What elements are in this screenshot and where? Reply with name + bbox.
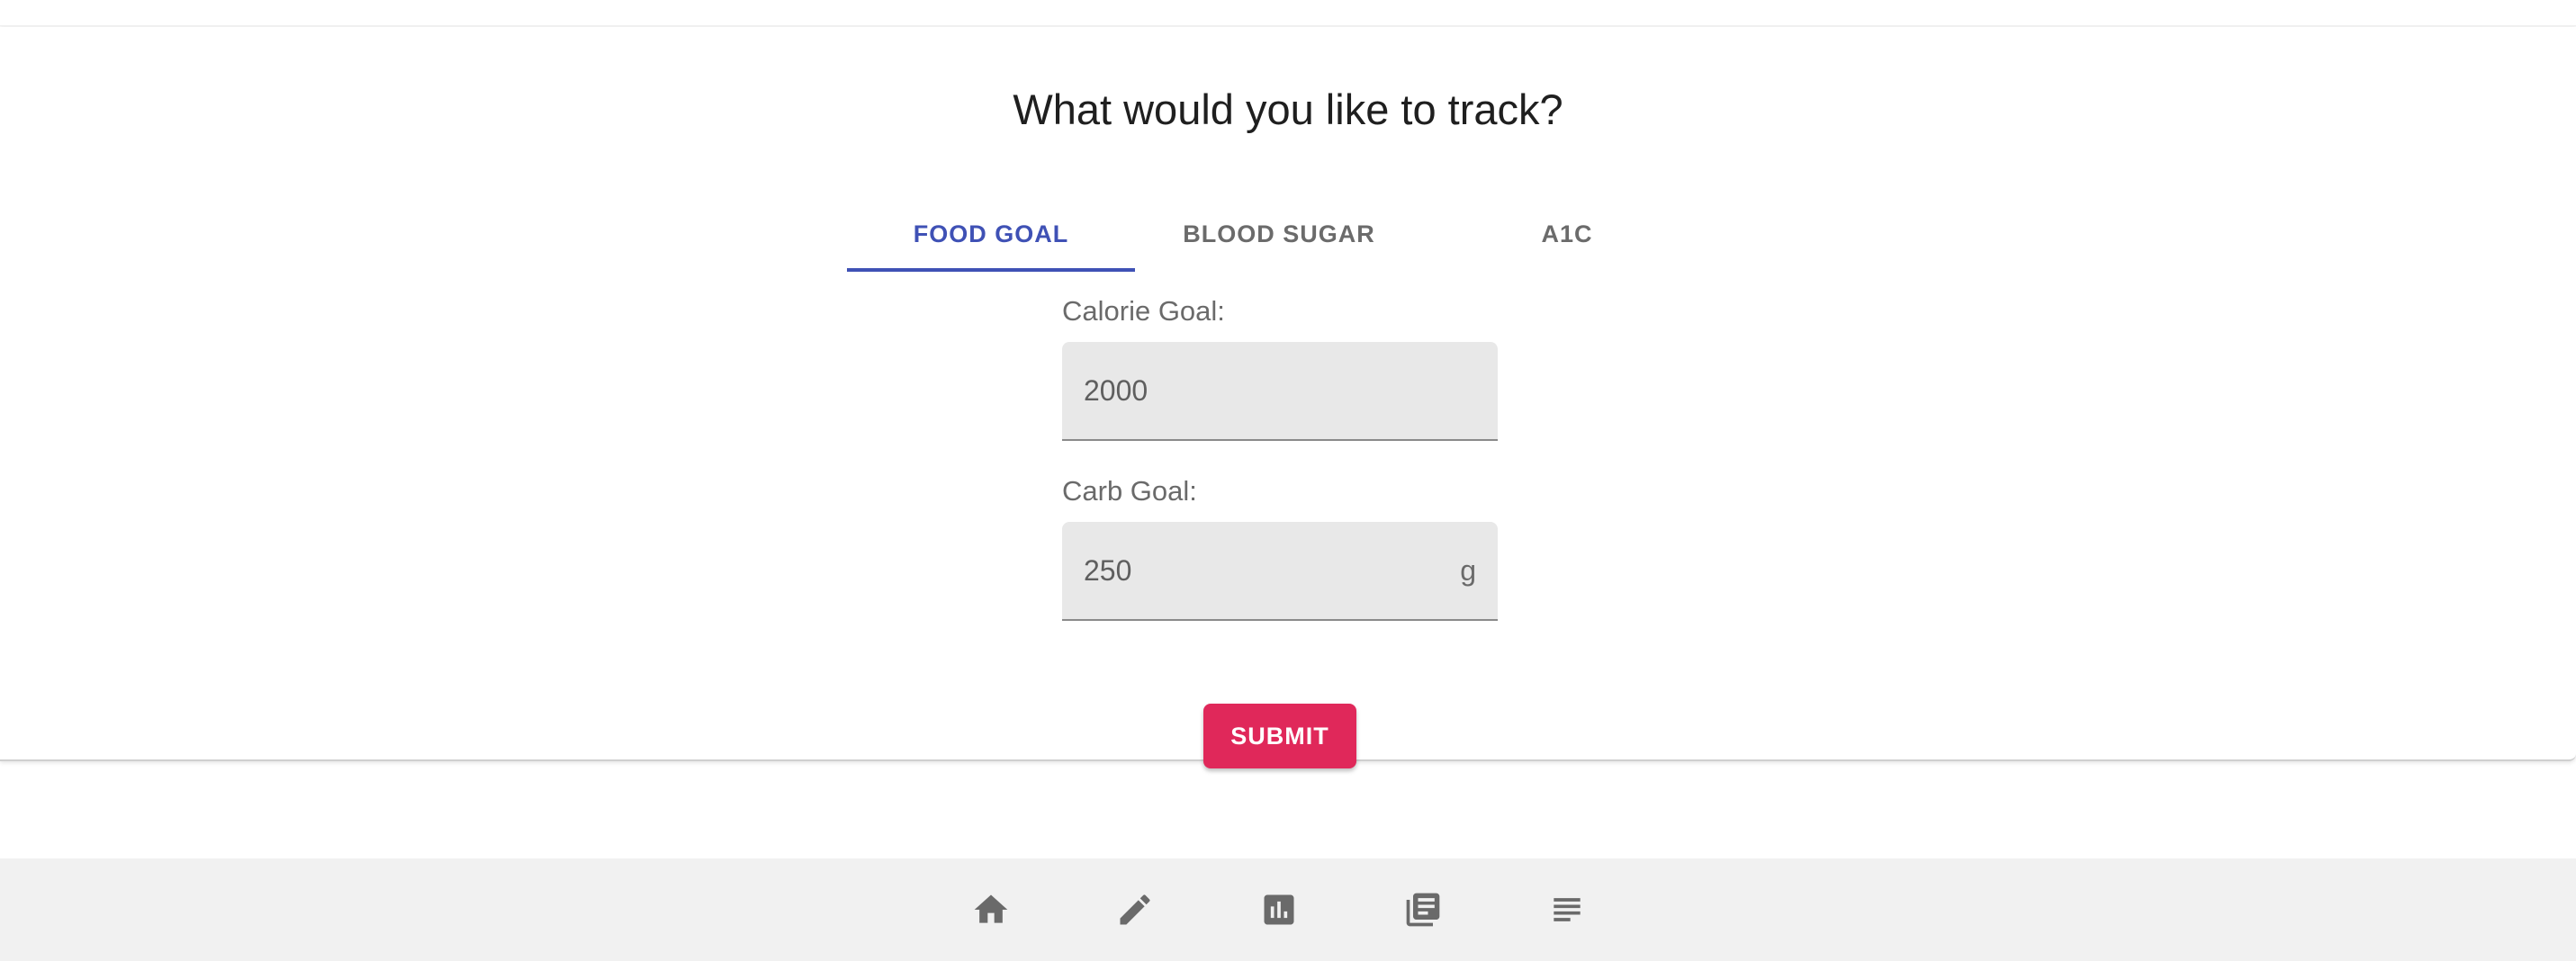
carb-goal-label: Carb Goal: [1062, 475, 1197, 507]
active-tab-indicator [847, 268, 1135, 272]
tab-a1c[interactable]: A1C [1423, 198, 1711, 270]
chart-icon [1264, 894, 1294, 925]
carb-goal-field[interactable]: g [1062, 522, 1498, 621]
edit-icon [1120, 894, 1150, 925]
tab-bar: FOOD GOAL BLOOD SUGAR A1C [847, 198, 1711, 272]
carb-goal-input[interactable] [1084, 522, 1426, 619]
bottom-navigation [0, 858, 2576, 961]
nav-home-button[interactable] [937, 858, 1045, 961]
nav-edit-button[interactable] [1081, 858, 1189, 961]
calorie-goal-label: Calorie Goal: [1062, 295, 1225, 327]
tab-blood-sugar[interactable]: BLOOD SUGAR [1135, 198, 1423, 270]
nav-notes-button[interactable] [1513, 858, 1621, 961]
submit-button[interactable]: SUBMIT [1203, 704, 1356, 768]
calorie-goal-field[interactable] [1062, 342, 1498, 441]
library-icon [1406, 893, 1440, 927]
carb-unit-suffix: g [1460, 554, 1476, 587]
notes-icon [1554, 898, 1581, 921]
tracking-card: What would you like to track? FOOD GOAL … [0, 27, 2576, 768]
nav-chart-button[interactable] [1225, 858, 1333, 961]
calorie-goal-input[interactable] [1084, 342, 1426, 439]
page-title: What would you like to track? [1013, 85, 1563, 133]
home-icon [974, 894, 1008, 923]
nav-library-button[interactable] [1369, 858, 1477, 961]
tab-food-goal[interactable]: FOOD GOAL [847, 198, 1135, 270]
top-app-bar [0, 0, 2576, 26]
